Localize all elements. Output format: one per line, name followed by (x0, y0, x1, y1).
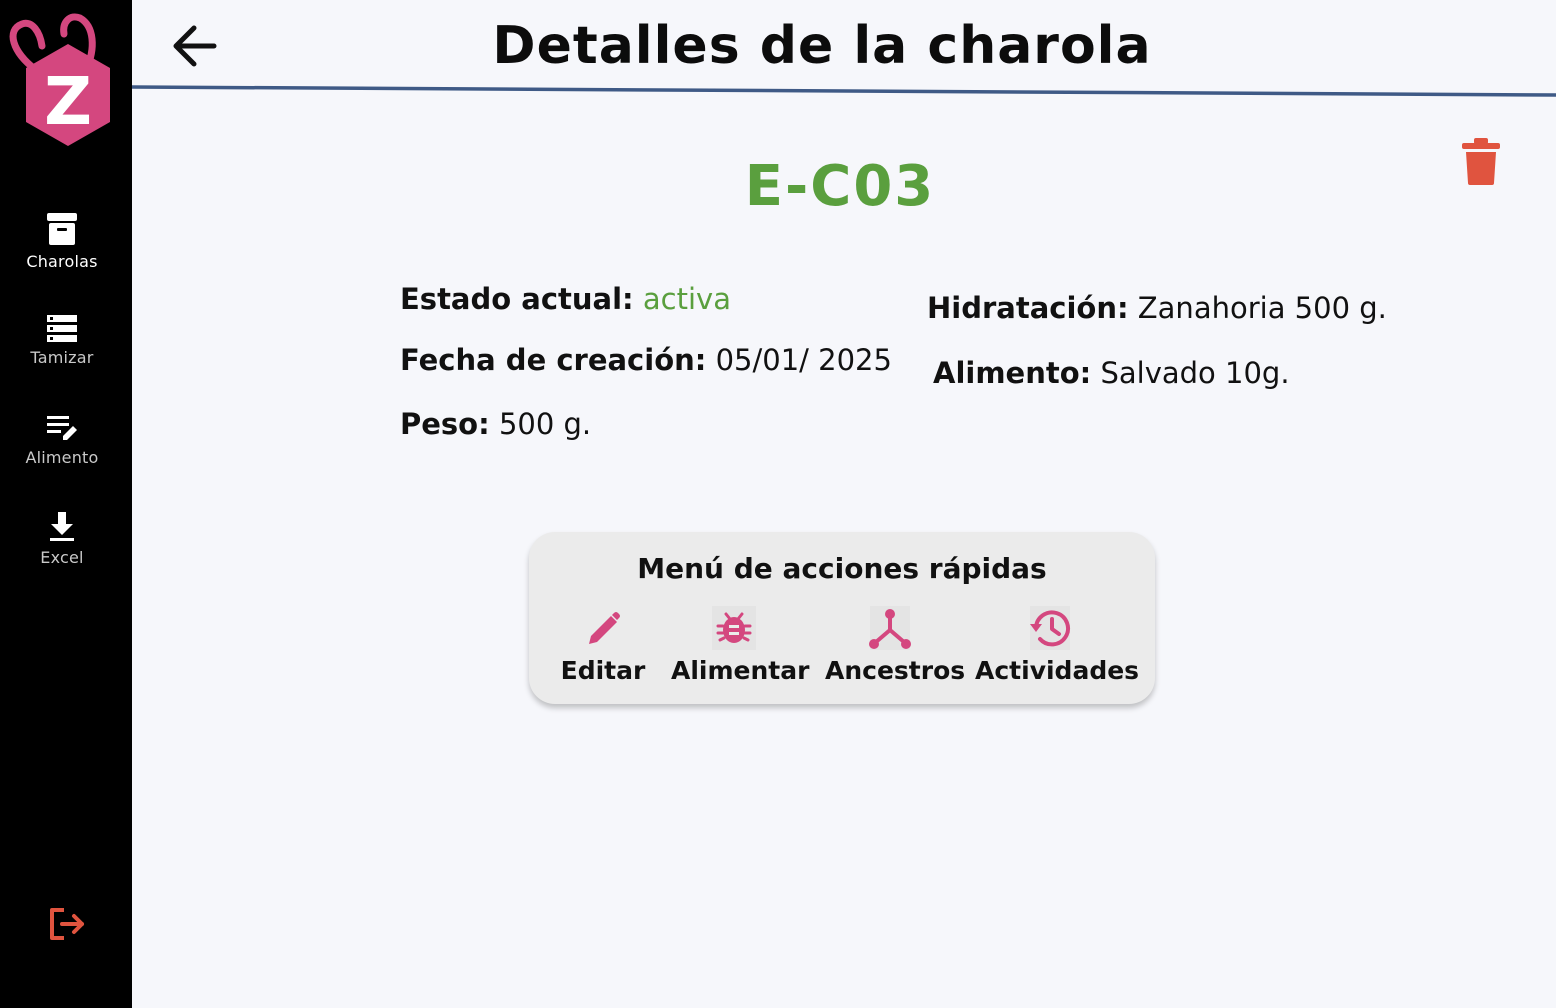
field-label: Fecha de creación: (400, 343, 707, 377)
sidebar-item-label: Excel (40, 548, 84, 567)
download-icon (50, 512, 74, 541)
quick-actions-menu: Menú de acciones rápidas Editar Alimenta… (529, 532, 1155, 704)
field-value: Zanahoria 500 g. (1137, 291, 1387, 325)
pencil-icon (589, 612, 620, 644)
field-value: 500 g. (498, 407, 592, 441)
header-divider (132, 85, 1556, 97)
ancestors-label: Ancestros (825, 656, 966, 685)
sidebar-item-excel[interactable]: Excel (0, 510, 124, 567)
field-alimento: Alimento: Salvado 10g. (933, 356, 1290, 390)
page-title: Detalles de la charola (492, 16, 1152, 76)
sidebar-item-label: Alimento (25, 448, 99, 467)
field-label: Peso: (400, 407, 490, 441)
field-label: Estado actual: (400, 282, 634, 316)
sidebar-item-alimento[interactable]: Alimento (0, 414, 124, 467)
sidebar-item-tamizar[interactable]: Tamizar (0, 314, 124, 367)
bug-icon (712, 606, 756, 650)
edit-list-icon (47, 416, 77, 440)
svg-text:Z: Z (44, 63, 92, 140)
field-value: 05/01/ 2025 (715, 343, 892, 377)
field-estado: Estado actual: activa (400, 282, 731, 316)
tray-code: E-C03 (744, 154, 936, 219)
field-fecha: Fecha de creación: 05/01/ 2025 (400, 343, 892, 377)
history-icon (1030, 606, 1070, 650)
activities-button[interactable]: Actividades (975, 606, 1140, 685)
status-value: activa (642, 282, 731, 316)
field-hidratacion: Hidratación: Zanahoria 500 g. (927, 291, 1387, 325)
app-logo[interactable]: Z (6, 12, 116, 152)
field-value: Salvado 10g. (1100, 356, 1290, 390)
server-stack-icon (47, 315, 77, 342)
sidebar-item-label: Tamizar (30, 348, 94, 367)
sidebar: Z Charolas Tamizar Alimento Excel (0, 0, 132, 1008)
archive-box-icon (47, 213, 77, 245)
field-label: Hidratación: (927, 291, 1129, 325)
activities-label: Actividades (975, 656, 1140, 685)
field-label: Alimento: (933, 356, 1092, 390)
family-tree-icon (869, 606, 911, 650)
edit-button[interactable]: Editar (555, 606, 651, 685)
feed-label: Alimentar (671, 656, 810, 685)
quick-actions-title: Menú de acciones rápidas (637, 552, 1047, 585)
logout-icon[interactable] (48, 906, 88, 942)
feed-button[interactable]: Alimentar (671, 606, 810, 685)
field-peso: Peso: 500 g. (400, 407, 591, 441)
edit-label: Editar (560, 656, 646, 685)
sidebar-item-charolas[interactable]: Charolas (0, 212, 124, 271)
ancestors-button[interactable]: Ancestros (825, 606, 966, 685)
sidebar-item-label: Charolas (26, 252, 98, 271)
